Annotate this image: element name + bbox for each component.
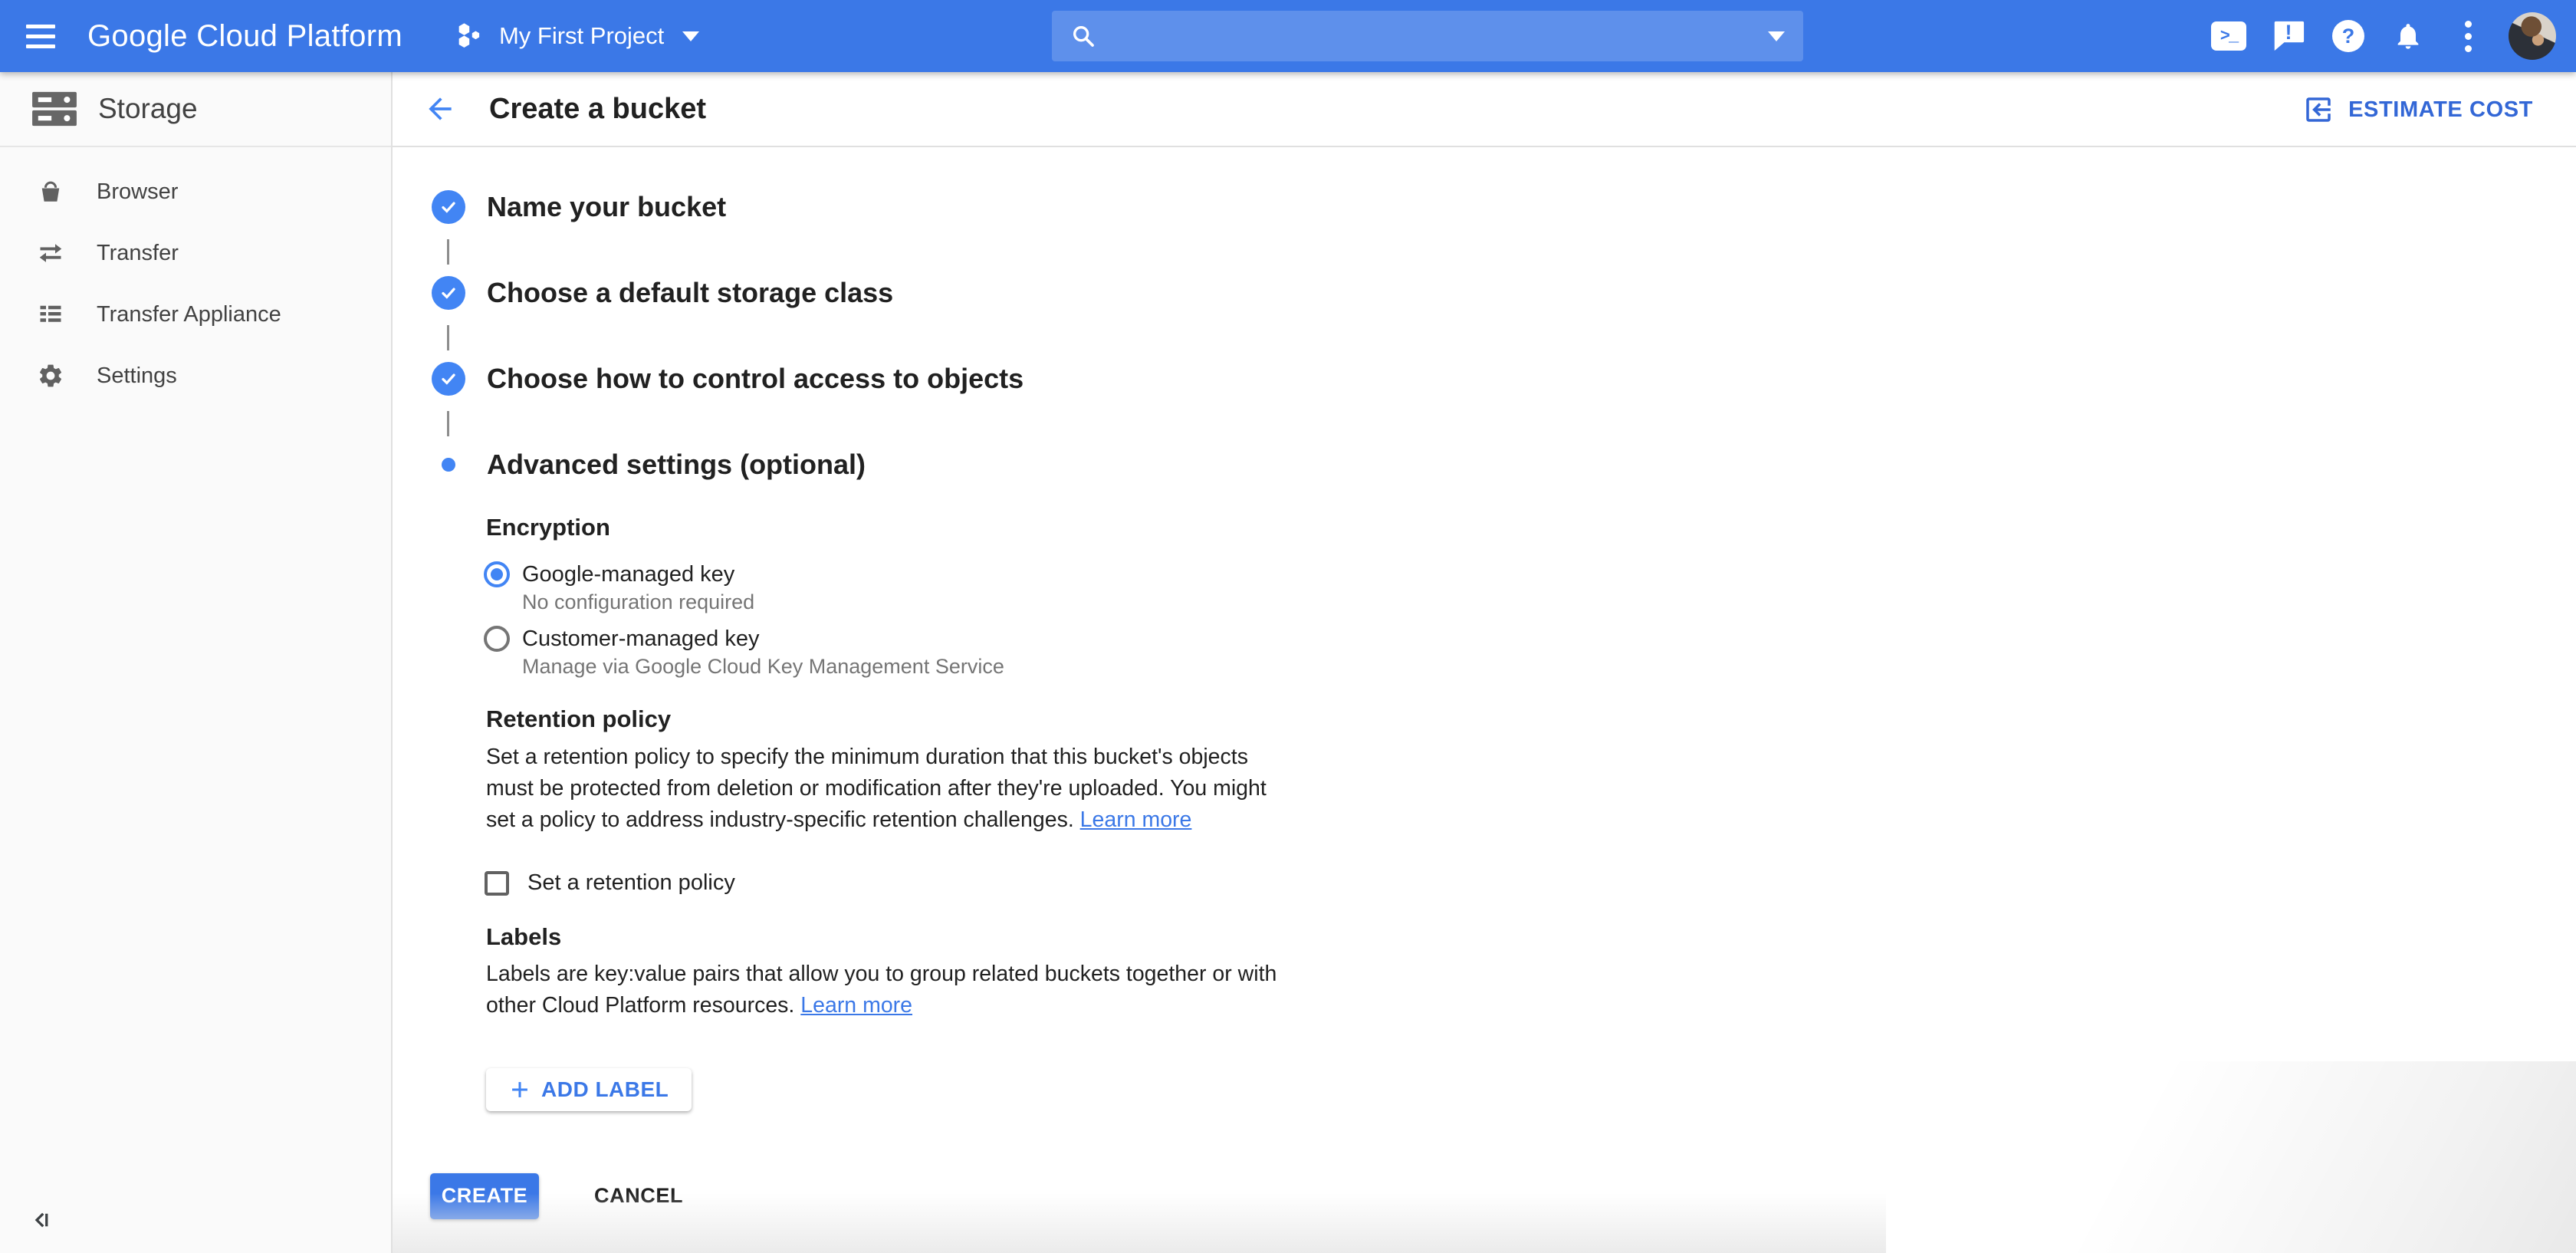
- radio-google-managed-description: No configuration required: [522, 590, 754, 614]
- terminal-icon: >_: [2211, 21, 2246, 51]
- more-options-button[interactable]: [2438, 0, 2498, 72]
- main-panel: Create a bucket ESTIMATE COST Name your …: [393, 72, 2576, 1253]
- collapse-sidebar-button[interactable]: [28, 1206, 55, 1236]
- search-input[interactable]: [1109, 23, 1768, 49]
- back-button[interactable]: [422, 90, 458, 127]
- project-hexagons-icon: [453, 21, 484, 51]
- checkbox-unchecked-icon: [485, 871, 509, 896]
- retention-policy-title: Retention policy: [486, 705, 671, 733]
- radio-selected-icon: [484, 561, 510, 587]
- content-corner-fade: [1694, 1061, 2576, 1253]
- notifications-button[interactable]: [2378, 0, 2438, 72]
- help-button[interactable]: ?: [2318, 0, 2378, 72]
- estimate-cost-button[interactable]: ESTIMATE COST: [2302, 72, 2533, 147]
- exit-to-app-icon: [2302, 94, 2334, 126]
- set-retention-policy-checkbox[interactable]: Set a retention policy: [485, 870, 735, 896]
- estimate-cost-label: ESTIMATE COST: [2348, 97, 2533, 123]
- form-actions: CREATE CANCEL: [430, 1172, 702, 1220]
- sidebar: Storage Browser: [0, 72, 393, 1253]
- project-caret-icon: [682, 31, 699, 41]
- cloud-shell-button[interactable]: >_: [2199, 0, 2259, 72]
- radio-unselected-icon: [484, 626, 510, 652]
- step-connector: [447, 411, 449, 436]
- step-complete-icon: [432, 190, 465, 224]
- encryption-title: Encryption: [486, 514, 610, 541]
- search-dropdown-caret-icon[interactable]: [1768, 31, 1785, 41]
- feedback-icon: !: [2272, 20, 2305, 52]
- header-actions: >_ ! ?: [2199, 0, 2556, 72]
- swap-arrows-icon: [35, 239, 66, 267]
- cancel-button[interactable]: CANCEL: [576, 1172, 702, 1220]
- create-button[interactable]: CREATE: [430, 1173, 539, 1219]
- menu-icon[interactable]: [20, 12, 69, 61]
- gear-icon: [35, 362, 66, 390]
- step-name-your-bucket[interactable]: Name your bucket: [432, 190, 726, 224]
- retention-policy-description: Set a retention policy to specify the mi…: [486, 742, 1636, 836]
- back-arrow-icon: [423, 92, 457, 126]
- step-current-dot-icon: [442, 458, 455, 472]
- sidebar-item-settings[interactable]: Settings: [0, 345, 391, 406]
- labels-learn-more-link[interactable]: Learn more: [800, 993, 912, 1018]
- sidebar-item-transfer-appliance[interactable]: Transfer Appliance: [0, 284, 391, 345]
- user-avatar[interactable]: [2509, 12, 2556, 60]
- create-bucket-form: Name your bucket Choose a default storag…: [393, 147, 2576, 1253]
- radio-google-managed-key[interactable]: Google-managed key: [484, 561, 734, 587]
- sidebar-item-transfer[interactable]: Transfer: [0, 222, 391, 284]
- app-header: Google Cloud Platform My First Project >…: [0, 0, 2576, 72]
- step-storage-class[interactable]: Choose a default storage class: [432, 276, 893, 310]
- search-icon: [1070, 23, 1096, 49]
- gcp-console: Google Cloud Platform My First Project >…: [0, 0, 2576, 1253]
- step-complete-icon: [432, 276, 465, 310]
- labels-title: Labels: [486, 923, 561, 951]
- feedback-button[interactable]: !: [2259, 0, 2318, 72]
- sidebar-title: Storage: [98, 93, 198, 125]
- sidebar-nav: Browser Transfer: [0, 147, 391, 406]
- project-name: My First Project: [499, 22, 664, 50]
- plus-icon: [509, 1079, 531, 1100]
- sidebar-header: Storage: [0, 72, 391, 147]
- search-bar: [1052, 11, 1803, 61]
- add-label-button[interactable]: ADD LABEL: [486, 1068, 692, 1111]
- sidebar-item-browser[interactable]: Browser: [0, 161, 391, 222]
- bucket-icon: [35, 178, 66, 206]
- storage-icon: [31, 88, 78, 130]
- appliance-list-icon: [35, 301, 66, 328]
- step-access-control[interactable]: Choose how to control access to objects: [432, 362, 1024, 396]
- step-connector: [447, 239, 449, 265]
- more-vert-icon: [2465, 21, 2472, 52]
- help-icon: ?: [2332, 20, 2364, 52]
- product-logo: Google Cloud Platform: [87, 19, 402, 54]
- step-complete-icon: [432, 362, 465, 396]
- labels-description: Labels are key:value pairs that allow yo…: [486, 959, 1636, 1021]
- retention-learn-more-link[interactable]: Learn more: [1080, 807, 1192, 832]
- step-advanced-settings[interactable]: Advanced settings (optional): [432, 448, 866, 482]
- radio-customer-managed-key[interactable]: Customer-managed key: [484, 626, 759, 652]
- collapse-icon: [28, 1206, 55, 1234]
- page-title: Create a bucket: [489, 93, 706, 126]
- step-connector: [447, 325, 449, 350]
- bell-icon: [2393, 21, 2423, 51]
- project-selector[interactable]: My First Project: [453, 21, 699, 51]
- page-header: Create a bucket ESTIMATE COST: [393, 72, 2576, 147]
- radio-customer-managed-description: Manage via Google Cloud Key Management S…: [522, 655, 1004, 679]
